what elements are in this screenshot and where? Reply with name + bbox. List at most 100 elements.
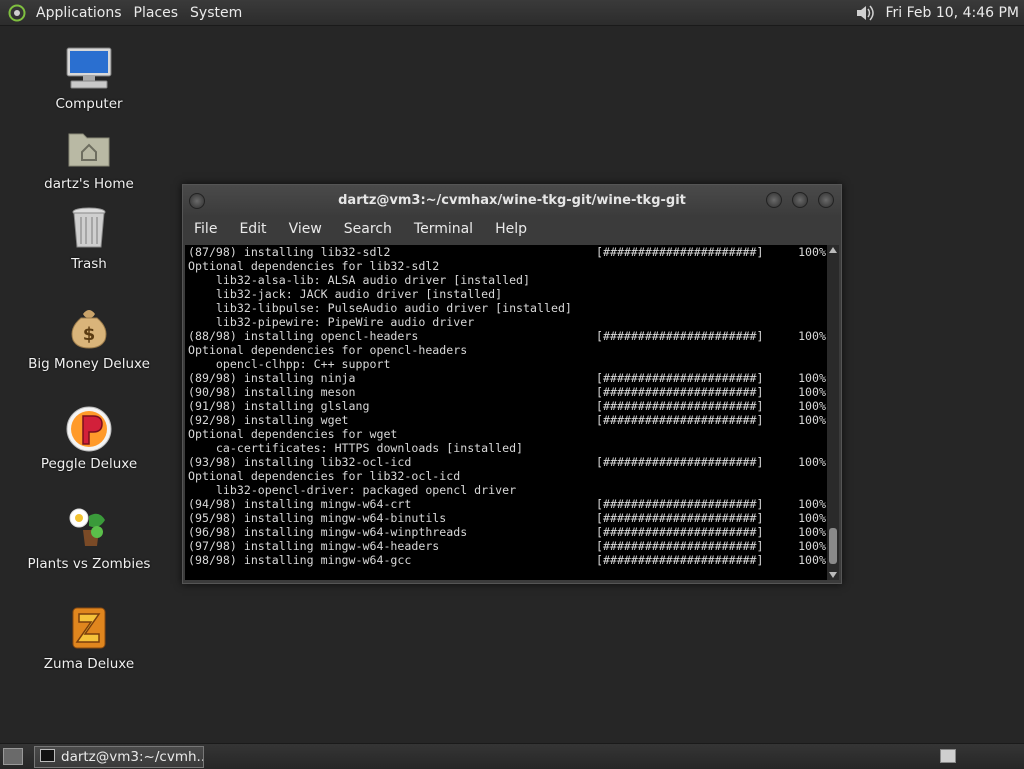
window-menu-icon[interactable] [189, 193, 205, 209]
menu-view[interactable]: View [278, 221, 333, 237]
desktop-icon-label: Trash [14, 256, 164, 272]
terminal-window[interactable]: dartz@vm3:~/cvmhax/wine-tkg-git/wine-tkg… [182, 184, 842, 584]
workspace-switcher[interactable] [940, 749, 956, 763]
terminal-scrollbar[interactable] [827, 245, 839, 580]
terminal-line: ca-certificates: HTTPS downloads [instal… [188, 441, 827, 455]
terminal-line-text: (92/98) installing wget [188, 413, 596, 427]
terminal-line: (87/98) installing lib32-sdl2[##########… [188, 245, 827, 259]
progress-bar-text: [######################] [596, 539, 786, 553]
terminal-icon [40, 749, 55, 762]
desktop-icon-label: Big Money Deluxe [14, 356, 164, 372]
top-panel: Applications Places System Fri Feb 10, 4… [0, 0, 1024, 26]
terminal-output[interactable]: (87/98) installing lib32-sdl2[##########… [185, 245, 827, 580]
terminal-line: Optional dependencies for lib32-ocl-icd [188, 469, 827, 483]
money-bag-icon: $ [63, 304, 115, 352]
places-menu[interactable]: Places [128, 5, 185, 21]
desktop-icon-label: Computer [14, 96, 164, 112]
progress-percent: 100% [786, 497, 826, 511]
terminal-lines: (87/98) installing lib32-sdl2[##########… [185, 245, 827, 567]
panel-menu-bar: Applications Places System [30, 0, 248, 25]
progress-percent: 100% [786, 511, 826, 525]
terminal-line: lib32-libpulse: PulseAudio audio driver … [188, 301, 827, 315]
menu-help[interactable]: Help [484, 221, 538, 237]
menu-file[interactable]: File [183, 221, 228, 237]
progress-bar-text: [######################] [596, 511, 786, 525]
window-titlebar[interactable]: dartz@vm3:~/cvmhax/wine-tkg-git/wine-tkg… [183, 185, 841, 215]
window-title: dartz@vm3:~/cvmhax/wine-tkg-git/wine-tkg… [338, 193, 686, 208]
terminal-line-text: (96/98) installing mingw-w64-winpthreads [188, 525, 596, 539]
progress-bar-text: [######################] [596, 525, 786, 539]
terminal-line-text: (90/98) installing meson [188, 385, 596, 399]
maximize-icon[interactable] [792, 192, 808, 208]
scroll-up-icon[interactable] [829, 247, 837, 253]
zuma-icon [63, 604, 115, 652]
progress-percent: 100% [786, 371, 826, 385]
progress-percent: 100% [786, 399, 826, 413]
terminal-line: (94/98) installing mingw-w64-crt[#######… [188, 497, 827, 511]
desktop-icon-plants-vs-zombies[interactable]: Plants vs Zombies [14, 504, 164, 572]
desktop-icon-label: dartz's Home [14, 176, 164, 192]
terminal-line: lib32-alsa-lib: ALSA audio driver [insta… [188, 273, 827, 287]
terminal-line-text: (98/98) installing mingw-w64-gcc [188, 553, 596, 567]
desktop-icon-zuma[interactable]: Zuma Deluxe [14, 604, 164, 672]
progress-bar-text: [######################] [596, 413, 786, 427]
desktop-icon-big-money[interactable]: $ Big Money Deluxe [14, 304, 164, 372]
progress-bar-text: [######################] [596, 553, 786, 567]
terminal-line-text: lib32-libpulse: PulseAudio audio driver … [188, 301, 596, 315]
terminal-menubar: File Edit View Search Terminal Help [183, 215, 841, 243]
terminal-line-text: (97/98) installing mingw-w64-headers [188, 539, 596, 553]
terminal-line: Optional dependencies for opencl-headers [188, 343, 827, 357]
desktop-icon-computer[interactable]: Computer [14, 44, 164, 112]
desktop-icon-peggle[interactable]: Peggle Deluxe [14, 404, 164, 472]
terminal-line: Optional dependencies for wget [188, 427, 827, 441]
desktop-icon-label: Peggle Deluxe [14, 456, 164, 472]
progress-percent: 100% [786, 413, 826, 427]
progress-bar-text: [######################] [596, 455, 786, 469]
minimize-icon[interactable] [766, 192, 782, 208]
progress-percent: 100% [786, 553, 826, 567]
terminal-line-text: (91/98) installing glslang [188, 399, 596, 413]
terminal-line: (89/98) installing ninja[###############… [188, 371, 827, 385]
progress-bar-text: [######################] [596, 329, 786, 343]
svg-text:$: $ [83, 324, 96, 345]
terminal-line: (93/98) installing lib32-ocl-icd[#######… [188, 455, 827, 469]
terminal-line: (91/98) installing glslang[#############… [188, 399, 827, 413]
bottom-panel: dartz@vm3:~/cvmh... [0, 743, 1024, 769]
scroll-thumb[interactable] [829, 528, 837, 564]
terminal-line-text: Optional dependencies for lib32-ocl-icd [188, 469, 596, 483]
applications-menu[interactable]: Applications [30, 5, 128, 21]
progress-percent: 100% [786, 245, 826, 259]
terminal-line-text: Optional dependencies for wget [188, 427, 596, 441]
progress-percent: 100% [786, 539, 826, 553]
terminal-line: (98/98) installing mingw-w64-gcc[#######… [188, 553, 827, 567]
terminal-line-text: (87/98) installing lib32-sdl2 [188, 245, 596, 259]
terminal-line-text: lib32-opencl-driver: packaged opencl dri… [188, 483, 596, 497]
progress-bar-text: [######################] [596, 399, 786, 413]
terminal-line-text: lib32-jack: JACK audio driver [installed… [188, 287, 596, 301]
menu-terminal[interactable]: Terminal [403, 221, 484, 237]
terminal-line-text: Optional dependencies for opencl-headers [188, 343, 596, 357]
terminal-line-text: (94/98) installing mingw-w64-crt [188, 497, 596, 511]
terminal-line-text: (95/98) installing mingw-w64-binutils [188, 511, 596, 525]
scroll-down-icon[interactable] [829, 572, 837, 578]
desktop-icon-trash[interactable]: Trash [14, 204, 164, 272]
terminal-line: lib32-jack: JACK audio driver [installed… [188, 287, 827, 301]
terminal-line-text: (89/98) installing ninja [188, 371, 596, 385]
desktop-icon-home[interactable]: dartz's Home [14, 124, 164, 192]
trash-icon [63, 204, 115, 252]
menu-search[interactable]: Search [333, 221, 403, 237]
desktop-icon-label: Plants vs Zombies [14, 556, 164, 572]
taskbar-terminal-button[interactable]: dartz@vm3:~/cvmh... [34, 746, 204, 768]
close-icon[interactable] [818, 192, 834, 208]
app-menu-logo-icon[interactable] [8, 4, 26, 22]
terminal-line-text: (93/98) installing lib32-ocl-icd [188, 455, 596, 469]
clock[interactable]: Fri Feb 10, 4:46 PM [886, 5, 1020, 21]
system-menu[interactable]: System [184, 5, 248, 21]
taskbar-task-label: dartz@vm3:~/cvmh... [61, 749, 204, 765]
show-desktop-icon[interactable] [3, 748, 23, 765]
progress-percent: 100% [786, 525, 826, 539]
progress-percent: 100% [786, 329, 826, 343]
progress-bar-text: [######################] [596, 245, 786, 259]
menu-edit[interactable]: Edit [228, 221, 277, 237]
volume-icon[interactable] [854, 3, 876, 23]
